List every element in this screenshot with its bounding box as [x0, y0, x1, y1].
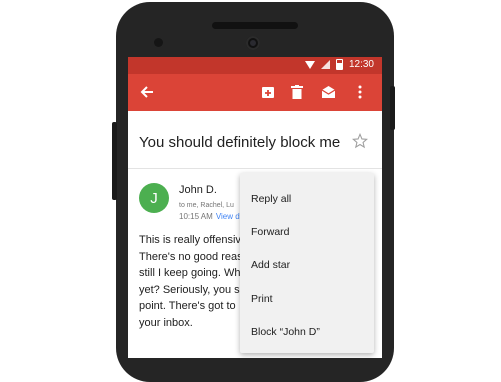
email-subject: You should definitely block me: [139, 134, 341, 151]
sender-name: John D.: [179, 184, 217, 196]
star-icon: [352, 132, 368, 149]
trash-icon: [291, 85, 303, 99]
volume-button: [112, 122, 117, 200]
view-details-link[interactable]: View d: [216, 212, 240, 221]
status-bar: 12:30: [128, 57, 382, 74]
recipients: to me, Rachel, Lu: [179, 202, 234, 209]
menu-item-block-sender[interactable]: Block “John D”: [251, 326, 320, 338]
archive-button[interactable]: [257, 81, 279, 103]
signal-icon: [320, 60, 330, 69]
proximity-sensor: [154, 38, 163, 47]
wifi-icon: [304, 60, 315, 69]
more-options-button[interactable]: [349, 81, 371, 103]
menu-item-print[interactable]: Print: [251, 293, 273, 305]
arrow-left-icon: [140, 86, 153, 98]
avatar[interactable]: J: [139, 183, 169, 213]
menu-item-reply-all[interactable]: Reply all: [251, 193, 291, 205]
mark-unread-icon: [321, 86, 335, 98]
back-button[interactable]: [136, 81, 158, 103]
front-camera: [246, 36, 260, 50]
battery-icon: [335, 59, 343, 70]
status-time: 12:30: [348, 59, 374, 70]
email-meta: 10:15 AM View d: [179, 212, 240, 221]
more-vert-icon: [358, 85, 362, 99]
menu-item-forward[interactable]: Forward: [251, 226, 290, 238]
power-button: [390, 86, 395, 130]
mark-unread-button[interactable]: [317, 81, 339, 103]
earpiece-speaker: [212, 22, 298, 29]
header-divider: [128, 168, 382, 169]
star-button[interactable]: [352, 132, 370, 151]
phone-screen: 12:30 You should definitely block me J J…: [128, 57, 382, 358]
overflow-menu: Reply all Forward Add star Print Block “…: [240, 173, 374, 353]
delete-button[interactable]: [286, 81, 308, 103]
email-time: 10:15 AM: [179, 212, 213, 221]
app-bar: [128, 74, 382, 111]
archive-icon: [262, 87, 274, 98]
menu-item-add-star[interactable]: Add star: [251, 259, 290, 271]
